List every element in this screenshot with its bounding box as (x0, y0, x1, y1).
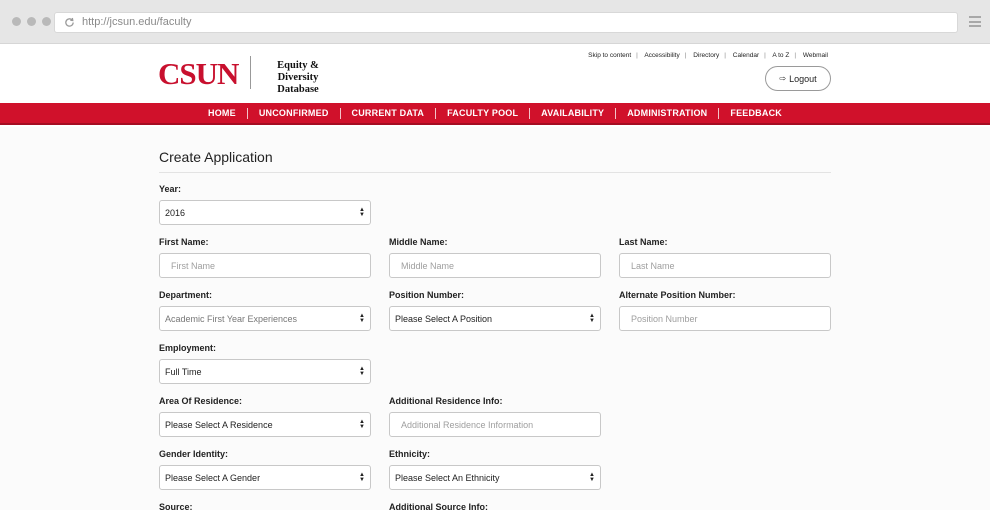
year-select[interactable]: 2016 ▲ ▼ (159, 200, 371, 225)
select-caret-icon: ▲ ▼ (359, 313, 365, 324)
link-skip-to-content[interactable]: Skip to content (588, 52, 631, 59)
year-label: Year: (159, 184, 182, 194)
select-caret-icon: ▲ ▼ (359, 366, 365, 377)
site-subtitle: Equity & Diversity Database (277, 60, 319, 95)
residence-info-input[interactable]: Additional Residence Information (389, 412, 601, 437)
residence-label: Area Of Residence: (159, 396, 243, 406)
url-text: http://jcsun.edu/faculty (82, 16, 192, 28)
nav-administration[interactable]: ADMINISTRATION (616, 108, 718, 118)
csun-logo[interactable]: CSUN (158, 56, 239, 92)
select-caret-icon: ▲ ▼ (589, 472, 595, 483)
first-name-input[interactable]: First Name (159, 253, 371, 278)
select-caret-icon: ▲ ▼ (359, 472, 365, 483)
source-label: Source: (159, 502, 193, 512)
minimize-dot-icon[interactable] (27, 17, 36, 26)
nav-feedback[interactable]: FEEDBACK (719, 108, 793, 118)
gender-value: Please Select A Gender (165, 472, 261, 483)
nav-availability[interactable]: AVAILABILITY (530, 108, 615, 118)
nav-unconfirmed[interactable]: UNCONFIRMED (248, 108, 340, 118)
browser-chrome: http://jcsun.edu/faculty (0, 0, 990, 44)
link-webmail[interactable]: Webmail (803, 52, 828, 59)
logout-label: Logout (789, 73, 817, 84)
first-name-label: First Name: (159, 237, 209, 247)
ethnicity-label: Ethnicity: (389, 449, 431, 459)
alt-position-number-label: Alternate Position Number: (619, 290, 736, 300)
last-name-input[interactable]: Last Name (619, 253, 831, 278)
nav-current-data[interactable]: CURRENT DATA (341, 108, 436, 118)
reload-icon[interactable] (63, 16, 76, 29)
residence-select[interactable]: Please Select A Residence ▲ ▼ (159, 412, 371, 437)
ethnicity-value: Please Select An Ethnicity (395, 472, 500, 483)
department-select[interactable]: Academic First Year Experiences ▲ ▼ (159, 306, 371, 331)
last-name-label: Last Name: (619, 237, 668, 247)
alt-position-number-placeholder: Position Number (631, 313, 698, 324)
gender-label: Gender Identity: (159, 449, 229, 459)
ethnicity-select[interactable]: Please Select An Ethnicity ▲ ▼ (389, 465, 601, 490)
address-bar[interactable]: http://jcsun.edu/faculty (54, 12, 958, 33)
sign-out-icon: ⇨ (779, 74, 787, 83)
middle-name-placeholder: Middle Name (401, 260, 455, 271)
logout-button[interactable]: ⇨ Logout (765, 66, 831, 91)
create-application-form: Create Application Year: 2016 ▲ ▼ First N… (0, 127, 990, 512)
middle-name-input[interactable]: Middle Name (389, 253, 601, 278)
department-label: Department: (159, 290, 213, 300)
employment-value: Full Time (165, 366, 202, 377)
nav-home[interactable]: HOME (197, 108, 247, 118)
nav-faculty-pool[interactable]: FACULTY POOL (436, 108, 529, 118)
select-caret-icon: ▲ ▼ (359, 207, 365, 218)
residence-info-placeholder: Additional Residence Information (401, 419, 534, 430)
position-number-value: Please Select A Position (395, 313, 493, 324)
year-value: 2016 (165, 207, 186, 218)
employment-select[interactable]: Full Time ▲ ▼ (159, 359, 371, 384)
link-accessibility[interactable]: Accessibility (644, 52, 679, 59)
middle-name-label: Middle Name: (389, 237, 448, 247)
last-name-placeholder: Last Name (631, 260, 675, 271)
browser-menu-icon[interactable] (969, 16, 981, 27)
window-controls (12, 17, 51, 26)
link-a-to-z[interactable]: A to Z (772, 52, 789, 59)
first-name-placeholder: First Name (171, 260, 216, 271)
gender-select[interactable]: Please Select A Gender ▲ ▼ (159, 465, 371, 490)
residence-info-label: Additional Residence Info: (389, 396, 503, 406)
page-title: Create Application (159, 149, 273, 165)
position-number-select[interactable]: Please Select A Position ▲ ▼ (389, 306, 601, 331)
department-value: Academic First Year Experiences (165, 313, 298, 324)
select-caret-icon: ▲ ▼ (589, 313, 595, 324)
source-info-label: Additional Source Info: (389, 502, 488, 512)
alt-position-number-input[interactable]: Position Number (619, 306, 831, 331)
logo-divider (250, 56, 251, 89)
title-divider (159, 172, 831, 173)
maximize-dot-icon[interactable] (42, 17, 51, 26)
utility-links: Skip to content | Accessibility | Director… (588, 52, 828, 59)
residence-value: Please Select A Residence (165, 419, 273, 430)
position-number-label: Position Number: (389, 290, 465, 300)
employment-label: Employment: (159, 343, 217, 353)
main-nav: HOME UNCONFIRMED CURRENT DATA FACULTY PO… (0, 103, 990, 125)
link-directory[interactable]: Directory (693, 52, 719, 59)
link-calendar[interactable]: Calendar (733, 52, 759, 59)
site-header: CSUN Equity & Diversity Database Skip to… (0, 44, 990, 103)
close-dot-icon[interactable] (12, 17, 21, 26)
select-caret-icon: ▲ ▼ (359, 419, 365, 430)
